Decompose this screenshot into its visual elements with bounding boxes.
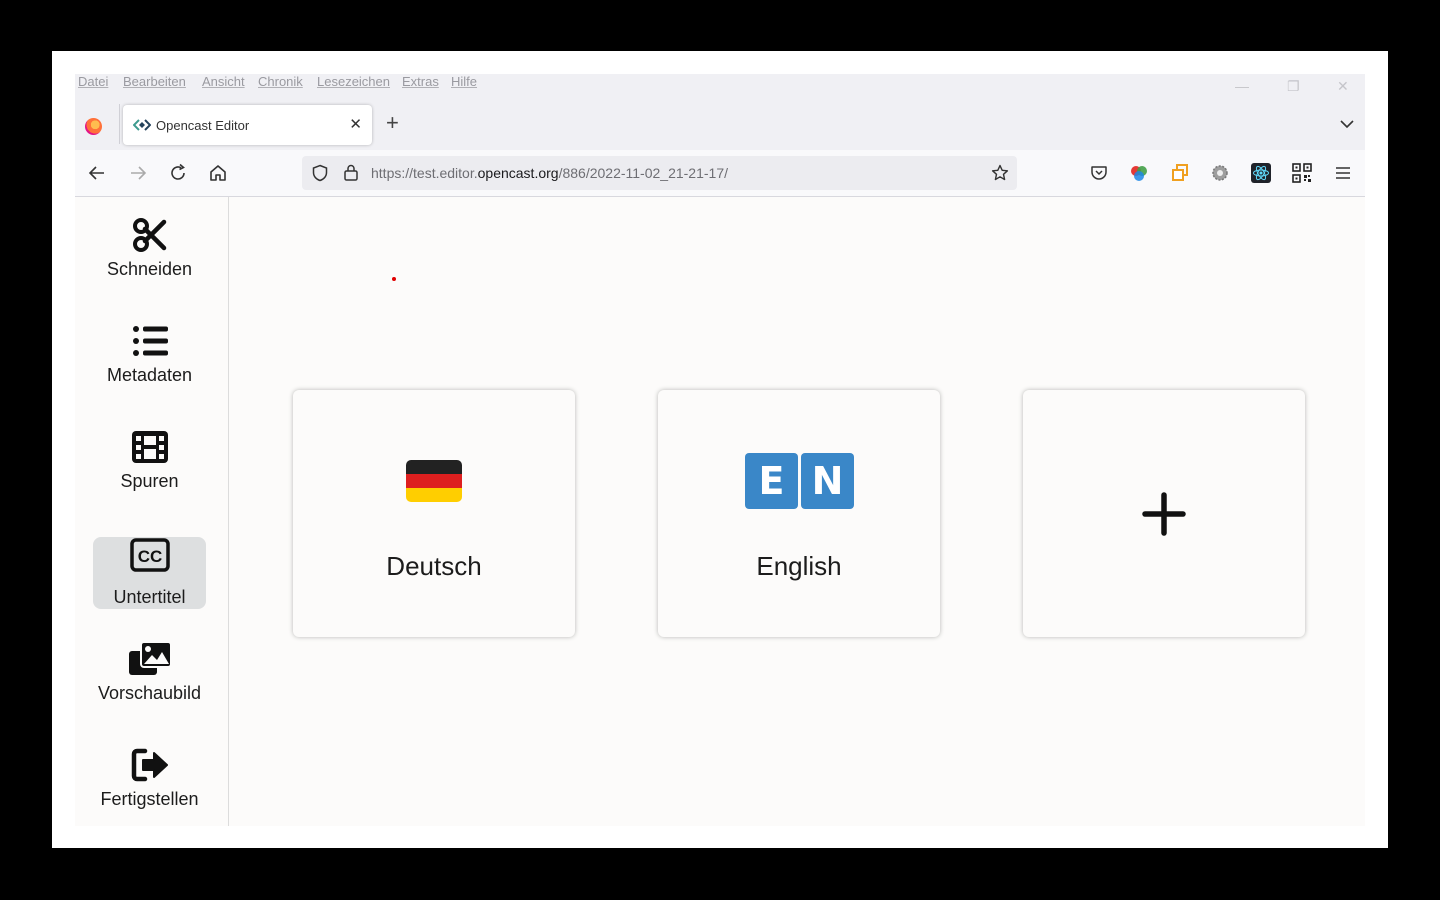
sidebar-item-label: Schneiden [106,259,193,279]
sidebar-item-label: Spuren [120,471,179,491]
list-icon [133,326,168,356]
menu-hilfe[interactable]: Hilfe [451,74,477,89]
browser-window: Datei Bearbeiten Ansicht Chronik Lesezei… [75,74,1365,826]
chevron-down-icon[interactable] [1339,116,1355,132]
react-devtools-icon[interactable] [1251,163,1271,183]
sidebar-item-schneiden[interactable]: Schneiden [93,211,206,283]
pocket-icon[interactable] [1089,163,1109,183]
sign-out-icon [131,748,168,782]
sidebar: Schneiden Metadaten Spuren CC Untertitel… [75,197,229,826]
sidebar-item-label: Metadaten [106,365,193,385]
closed-captions-icon: CC [130,538,170,572]
nav-bar: https://test.editor.opencast.org/886/202… [75,150,1365,197]
minimize-button[interactable]: — [1235,78,1249,94]
sidebar-item-metadaten[interactable]: Metadaten [93,317,206,389]
url-path: /886/2022-11-02_21-21-17/ [558,165,729,181]
tab-strip: Opencast Editor ✕ + [75,100,1365,150]
reload-icon[interactable] [168,163,188,183]
qr-code-icon[interactable] [1292,163,1312,183]
url-bar[interactable]: https://test.editor.opencast.org/886/202… [302,156,1017,190]
tab-opencast-editor[interactable]: Opencast Editor ✕ [123,105,372,145]
tab-close-icon[interactable]: ✕ [349,115,362,133]
sidebar-item-vorschaubild[interactable]: Vorschaubild [93,635,206,707]
tab-title: Opencast Editor [156,118,250,133]
menu-chronik[interactable]: Chronik [258,74,303,89]
film-icon [132,431,168,463]
sidebar-item-spuren[interactable]: Spuren [93,423,206,495]
en-badge-letter: N [801,453,854,509]
url-text[interactable]: https://test.editor.opencast.org/886/202… [371,165,728,181]
sidebar-item-label: Untertitel [113,587,186,607]
subtitle-card-deutsch[interactable]: Deutsch [293,390,575,637]
firefox-logo-icon[interactable] [85,118,102,135]
sidebar-item-label: Vorschaubild [97,683,202,703]
copy-extension-icon[interactable] [1170,163,1190,183]
sidebar-item-untertitel[interactable]: CC Untertitel [93,537,206,609]
german-flag-icon [406,460,462,502]
add-subtitle-card[interactable] [1023,390,1305,637]
card-label: English [756,551,842,581]
window-close-button[interactable]: ✕ [1337,78,1349,95]
menu-lesezeichen[interactable]: Lesezeichen [317,74,390,89]
svg-text:CC: CC [138,547,163,566]
shield-icon[interactable] [311,164,329,182]
en-badge-letter: E [745,453,798,509]
settings-gear-icon[interactable] [1210,163,1230,183]
url-prefix: https://test.editor. [371,165,478,181]
plus-icon [1142,492,1186,536]
sidebar-item-fertigstellen[interactable]: Fertigstellen [93,741,206,813]
home-icon[interactable] [208,163,228,183]
menu-extras[interactable]: Extras [402,74,439,89]
back-arrow-icon[interactable] [87,163,107,183]
restore-button[interactable]: ❐ [1287,78,1300,95]
cursor-dot [392,277,396,281]
menu-ansicht[interactable]: Ansicht [202,74,245,89]
hamburger-menu-icon[interactable] [1333,163,1353,183]
forward-arrow-icon[interactable] [128,163,148,183]
scissors-icon [133,218,167,252]
sidebar-item-label: Fertigstellen [100,789,199,809]
menu-bearbeiten[interactable]: Bearbeiten [123,74,186,89]
images-icon [129,641,172,675]
en-badge-icon: E N [745,453,854,509]
url-host: opencast.org [477,165,559,181]
menu-datei[interactable]: Datei [78,74,108,89]
tab-separator [119,104,120,144]
new-tab-button[interactable]: + [386,110,399,136]
subtitle-card-english[interactable]: E N English [658,390,940,637]
lock-icon[interactable] [343,163,359,182]
subtitle-selection-area: Deutsch E N English [229,197,1365,826]
color-extension-icon[interactable] [1129,163,1149,183]
opencast-favicon-icon [133,119,151,131]
menu-bar: Datei Bearbeiten Ansicht Chronik Lesezei… [75,74,1365,100]
bookmark-star-icon[interactable] [991,164,1009,182]
card-label: Deutsch [386,551,482,581]
